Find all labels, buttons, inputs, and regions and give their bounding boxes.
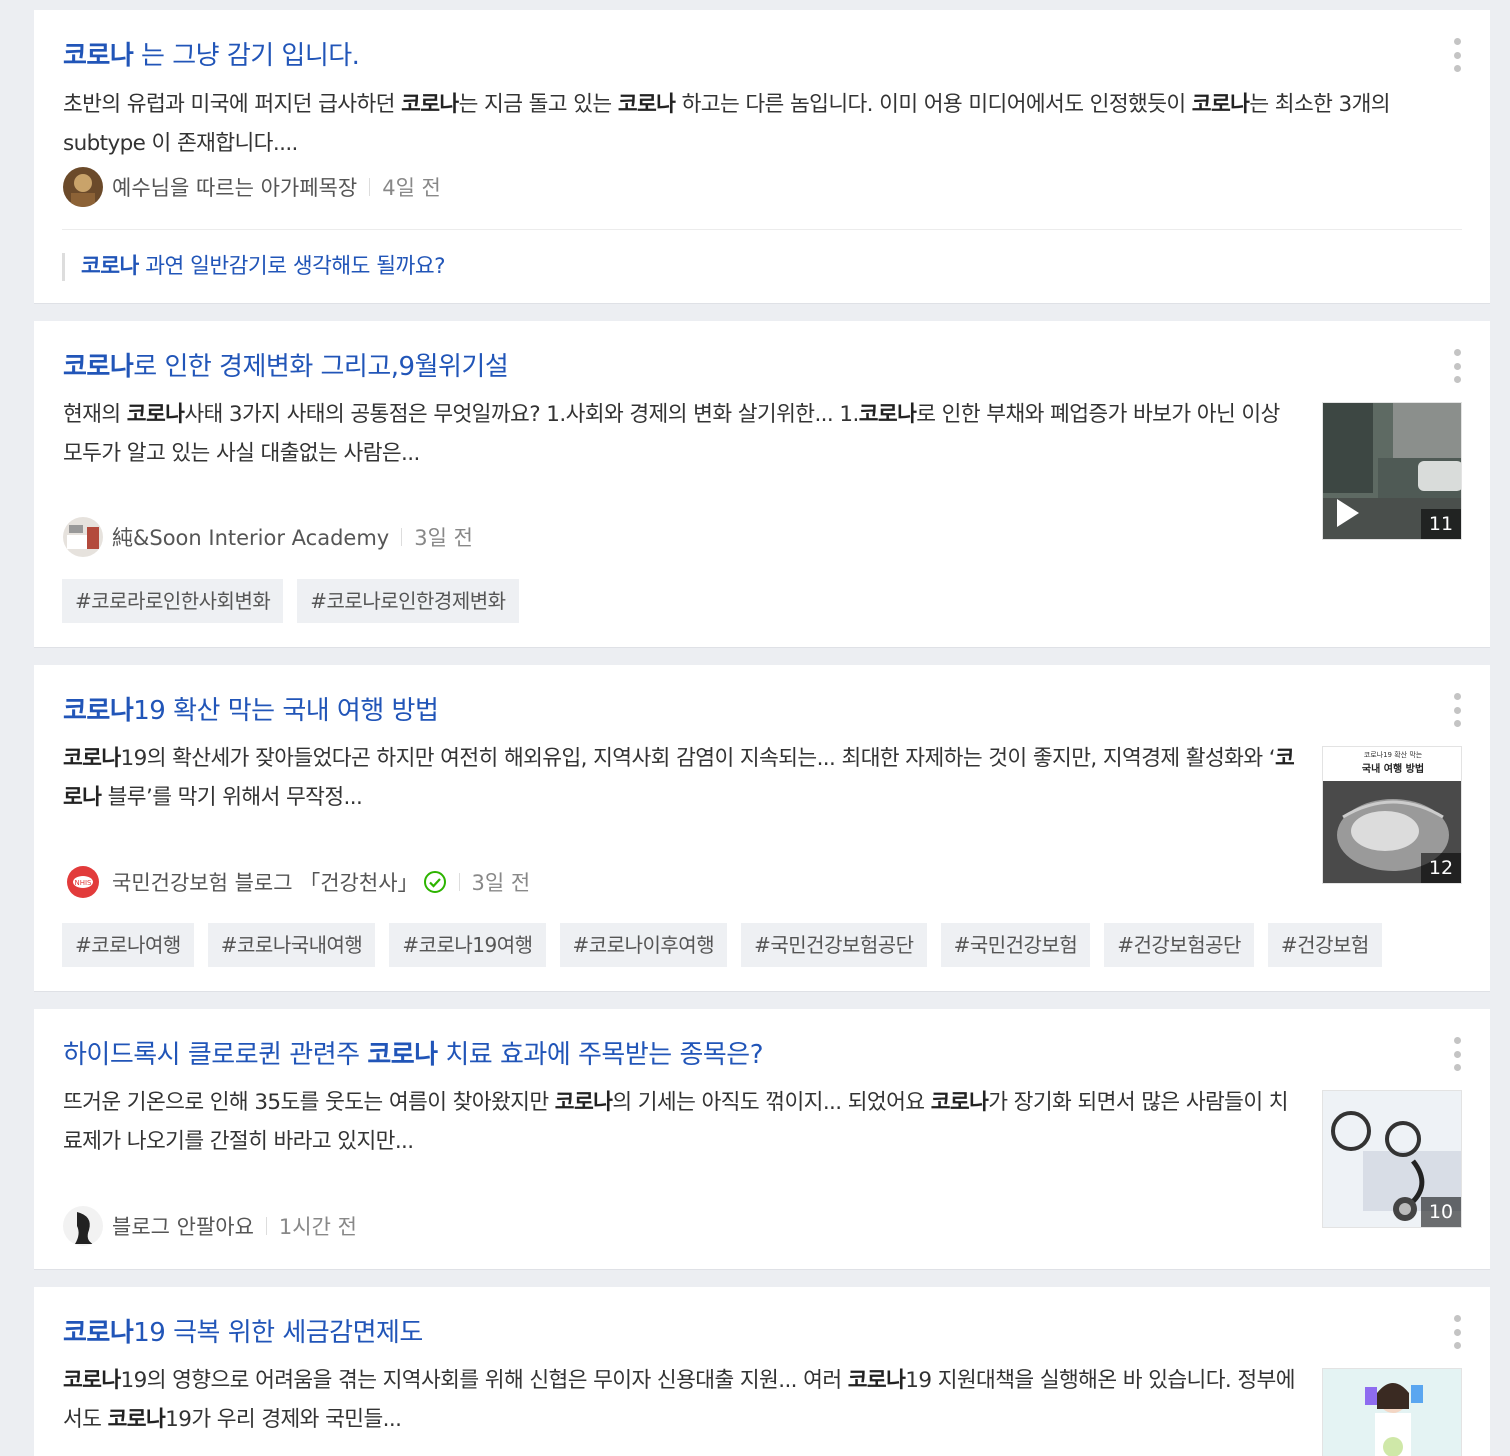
- more-options-icon[interactable]: [1452, 1037, 1462, 1071]
- result-description: 코로나19의 영향으로 어려움을 겪는 지역사회를 위해 신협은 무이자 신용대…: [63, 1368, 1296, 1432]
- result-title[interactable]: 코로나19 확산 막는 국내 여행 방법: [63, 693, 439, 729]
- author-name[interactable]: 예수님을 따르는 아가페목장: [112, 172, 357, 202]
- hashtag[interactable]: #코로나국내여행: [207, 923, 376, 967]
- result-card: 코로나 는 그냥 감기 입니다. 초반의 유럽과 미국에 퍼지던 급사하던 코로…: [34, 10, 1490, 304]
- divider: [62, 229, 1462, 230]
- image-thumbnail[interactable]: 10: [1322, 1090, 1462, 1228]
- verified-check-icon: [423, 870, 447, 894]
- related-query[interactable]: 코로나 과연 일반감기로 생각해도 될까요?: [62, 253, 446, 281]
- hashtag[interactable]: #코로나로인한경제변화: [297, 579, 519, 623]
- post-time: 3일 전: [471, 871, 531, 895]
- result-card: 코로나19 확산 막는 국내 여행 방법 코로나19의 확산세가 잦아들었다곤 …: [34, 665, 1490, 992]
- meta-separator: [401, 528, 403, 546]
- hashtag[interactable]: #국민건강보험공단: [741, 923, 927, 967]
- result-description: 뜨거운 기온으로 인해 35도를 웃도는 여름이 찾아왔지만 코로나의 기세는 …: [63, 1090, 1289, 1154]
- more-options-icon[interactable]: [1452, 349, 1462, 383]
- result-title[interactable]: 코로나로 인한 경제변화 그리고,9월위기설: [63, 349, 509, 385]
- result-description: 초반의 유럽과 미국에 퍼지던 급사하던 코로나는 지금 돌고 있는 코로나 하…: [63, 92, 1391, 156]
- result-meta: 純&Soon Interior Academy 3일 전: [63, 517, 473, 557]
- result-description: 코로나19의 확산세가 잦아들었다곤 하지만 여전히 해외유입, 지역사회 감염…: [63, 746, 1295, 810]
- more-options-icon[interactable]: [1452, 1315, 1462, 1349]
- meta-separator: [369, 178, 371, 196]
- author-avatar[interactable]: [63, 167, 103, 207]
- more-options-icon[interactable]: [1452, 38, 1462, 72]
- author-name[interactable]: 純&Soon Interior Academy: [112, 522, 389, 552]
- hashtag[interactable]: #코로라로인한사회변화: [62, 579, 284, 623]
- result-description: 현재의 코로나사태 3가지 사태의 공통점은 무엇일까요? 1.사회와 경제의 …: [63, 402, 1280, 466]
- hashtag[interactable]: #코로나여행: [62, 923, 194, 967]
- hashtag[interactable]: #국민건강보험: [940, 923, 1091, 967]
- author-avatar[interactable]: NHIS: [63, 862, 103, 902]
- author-name[interactable]: 블로그 안팔아요: [112, 1211, 254, 1241]
- post-time: 4일 전: [382, 176, 441, 200]
- hashtag[interactable]: #코로나이후여행: [559, 923, 728, 967]
- author-name[interactable]: 국민건강보험 블로그 「건강천사」: [112, 867, 419, 897]
- meta-separator: [458, 873, 460, 891]
- image-thumbnail[interactable]: 코로나19 확산 막는 국내 여행 방법 12: [1322, 746, 1462, 884]
- thumbnail-caption-main: 국내 여행 방법: [1361, 764, 1425, 775]
- hashtag[interactable]: #건강보험: [1267, 923, 1382, 967]
- result-meta: 예수님을 따르는 아가페목장 4일 전: [63, 167, 441, 207]
- result-title[interactable]: 코로나 는 그냥 감기 입니다.: [63, 38, 360, 74]
- image-count: 11: [1421, 509, 1461, 539]
- image-thumbnail[interactable]: [1322, 1368, 1462, 1456]
- result-meta: NHIS 국민건강보험 블로그 「건강천사」 3일 전: [63, 862, 530, 902]
- author-avatar[interactable]: [63, 1206, 103, 1246]
- hashtag-list: #코로나여행 #코로나국내여행 #코로나19여행 #코로나이후여행 #국민건강보…: [62, 923, 1382, 967]
- more-options-icon[interactable]: [1452, 693, 1462, 727]
- image-count: 10: [1421, 1197, 1461, 1227]
- video-thumbnail[interactable]: 11: [1322, 402, 1462, 540]
- post-time: 1시간 전: [278, 1215, 357, 1239]
- hashtag[interactable]: #코로나19여행: [389, 923, 546, 967]
- meta-separator: [265, 1217, 267, 1235]
- image-count: 12: [1421, 853, 1461, 883]
- hashtag[interactable]: #건강보험공단: [1104, 923, 1254, 967]
- hashtag-list: #코로라로인한사회변화 #코로나로인한경제변화: [62, 579, 519, 623]
- result-meta: 블로그 안팔아요 1시간 전: [63, 1206, 357, 1246]
- result-card: 하이드록시 클로로퀸 관련주 코로나 치료 효과에 주목받는 종목은? 뜨거운 …: [34, 1009, 1490, 1270]
- result-title[interactable]: 하이드록시 클로로퀸 관련주 코로나 치료 효과에 주목받는 종목은?: [63, 1037, 764, 1073]
- author-avatar[interactable]: [63, 517, 103, 557]
- thumbnail-caption-top: 코로나19 확산 막는: [1363, 751, 1423, 759]
- result-title[interactable]: 코로나19 극복 위한 세금감면제도: [63, 1315, 423, 1351]
- result-card: 코로나로 인한 경제변화 그리고,9월위기설 현재의 코로나사태 3가지 사태의…: [34, 321, 1490, 648]
- svg-text:NHIS: NHIS: [74, 879, 92, 887]
- post-time: 3일 전: [414, 526, 473, 550]
- result-card: 코로나19 극복 위한 세금감면제도 코로나19의 영향으로 어려움을 겪는 지…: [34, 1287, 1490, 1456]
